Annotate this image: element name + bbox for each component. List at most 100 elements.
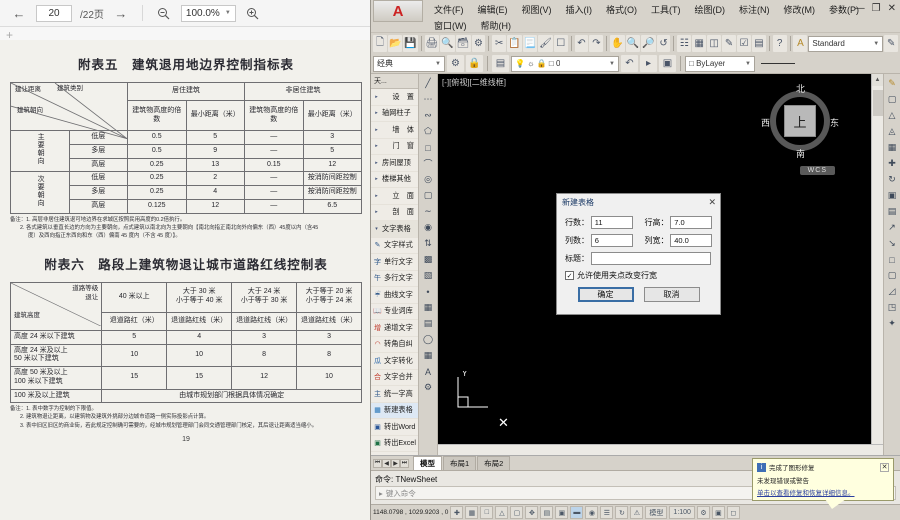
redo-icon[interactable]: ↷ [589,35,604,52]
menu-help[interactable]: 帮助(H) [474,18,519,34]
view-cube-east[interactable]: 东 [830,116,839,129]
save-icon[interactable]: 💾 [403,35,418,52]
scroll-up-icon[interactable]: ▲ [872,74,883,86]
palette-section-room-roof[interactable]: ▸ 房间屋顶 [371,155,418,172]
view-cube-west[interactable]: 西 [761,116,770,129]
extend-icon[interactable]: ↘ [885,236,900,251]
tab-layout1[interactable]: 布局1 [443,455,477,471]
menu-file[interactable]: 文件(F) [427,2,471,18]
new-table-dialog[interactable]: 新建表格 ✕ 行数： 11 行高： 7.0 列数： 6 列宽： 40.0 标题： [556,193,721,315]
layerstate-icon[interactable]: ▤ [751,35,766,52]
palette-section-section[interactable]: ▸ 剖 面 [371,205,418,221]
viewport-label[interactable]: [-][俯视][二维线框] [442,77,506,88]
stretch-icon[interactable]: ▤ [885,204,900,219]
array-icon[interactable]: ▦ [885,140,900,155]
polar-tracking-icon[interactable]: △ [495,506,509,519]
coordinates-display[interactable]: 1148.0798 , 1029.9203 , 0 [373,509,448,516]
palette-cmd-new-table[interactable]: ▦ 新建表格 [371,402,418,419]
designcenter-icon[interactable]: ▦ [692,35,707,52]
add-selected-icon[interactable]: ⚙ [421,380,436,395]
model-space-button[interactable]: 模型 [645,506,668,519]
zoom-window-icon[interactable]: 🔎 [641,35,656,52]
annotation-scale-button[interactable]: 1:100 [669,506,695,519]
table-title-input[interactable] [591,252,711,265]
erase-icon[interactable]: ✎ [885,76,900,91]
palette-cmd-dictionary[interactable]: 📖 专业词库 [371,304,418,320]
quick-properties-icon[interactable]: ☰ [600,506,614,519]
app-logo-icon[interactable]: A [373,0,423,22]
close-icon[interactable]: ✕ [880,462,889,472]
ok-button[interactable]: 确定 [577,287,634,302]
palette-cmd-export-excel[interactable]: ▣ 转出Excel [371,436,418,452]
paste-icon[interactable]: 📃 [522,35,538,52]
dimstyle-icon[interactable]: A [793,35,808,52]
tab-layout2[interactable]: 布局2 [477,455,511,471]
table-icon[interactable]: ▦ [421,348,436,363]
polygon-icon[interactable]: ⬠ [421,124,436,139]
open-file-icon[interactable]: 📂 [387,35,403,52]
object-snap-tracking-icon[interactable]: ✥ [525,506,539,519]
palette-cmd-unify-height[interactable]: 主 统一字高 [371,386,418,403]
construction-line-icon[interactable]: ⋯ [421,92,436,107]
palette-cmd-curve-text[interactable]: ☔ 曲线文字 [371,287,418,304]
palette-cmd-increment-text[interactable]: 增 递增文字 [371,320,418,337]
layout-first-icon[interactable]: ⏮ [373,458,382,468]
scroll-thumb[interactable] [873,90,883,116]
view-cube-south[interactable]: 南 [796,147,805,160]
zoom-realtime-icon[interactable]: 🔍 [625,35,641,52]
canvas-horizontal-scrollbar[interactable] [438,444,883,455]
copy-icon[interactable]: 📋 [507,35,522,52]
polyline-icon[interactable]: ∾ [421,108,436,123]
matchprop-icon[interactable]: 🖌 [538,35,553,52]
palette-cmd-text-style[interactable]: ✎ 文字样式 [371,238,418,254]
elliptical-arc-icon[interactable]: ⇅ [421,236,436,251]
cancel-button[interactable]: 取消 [643,287,700,302]
layout-nav-buttons[interactable]: ⏮ ◀ ▶ ⏭ [373,458,409,468]
grip-resize-checkbox[interactable]: ✓ [565,271,574,280]
palette-cmd-rotate-fix[interactable]: ◠ 转角自纠 [371,337,418,353]
view-cube-top-face[interactable]: 上 [784,105,816,137]
lineweight-icon[interactable]: ▬ [570,506,584,519]
palette-section-text-table[interactable]: ▾ 文字表格 [371,221,418,238]
spline-icon[interactable]: ∼ [421,204,436,219]
hardware-accel-icon[interactable]: ▣ [711,506,725,519]
3dprint-icon[interactable]: ⚙ [471,35,486,52]
menu-dimension[interactable]: 标注(N) [732,2,777,18]
explode-icon[interactable]: ✦ [885,316,900,331]
col-width-input[interactable]: 40.0 [670,234,712,247]
restore-icon[interactable]: ❐ [872,3,881,14]
insert-block-icon[interactable]: ▩ [421,252,436,267]
multiline-text-icon[interactable]: A [421,364,436,379]
dimension-style-select[interactable]: Standard ▼ [808,35,884,52]
make-block-icon[interactable]: ▧ [421,268,436,283]
page-number-input[interactable]: 20 [36,4,72,22]
palette-section-door-window[interactable]: ▸ 门 窗 [371,139,418,155]
arc-icon[interactable]: ⌒ [421,156,436,171]
chamfer-icon[interactable]: ◿ [885,284,900,299]
pan-icon[interactable]: ✋ [610,35,625,52]
layout-next-icon[interactable]: ▶ [391,458,400,468]
layout-prev-icon[interactable]: ◀ [382,458,391,468]
zoom-level-select[interactable]: 100.0% ▼ [180,4,236,22]
publish-icon[interactable]: 🗃 [455,35,471,52]
zoom-previous-icon[interactable]: ↺ [656,35,671,52]
palette-cmd-single-line-text[interactable]: 字 单行文字 [371,254,418,271]
view-cube-north[interactable]: 北 [796,82,805,95]
help-icon[interactable]: ? [772,35,787,52]
rows-input[interactable]: 11 [590,216,633,229]
next-page-icon[interactable]: → [110,3,132,23]
workspace-switch-icon[interactable]: ⚙ [696,506,710,519]
zoom-in-icon[interactable] [242,3,264,23]
palette-section-wall[interactable]: ▸ 墙 体 [371,122,418,139]
object-snap-icon[interactable]: ▢ [510,506,524,519]
plot-icon[interactable]: 🖨 [424,35,440,52]
copy-object-icon[interactable]: ▢ [885,92,900,107]
cols-input[interactable]: 6 [590,234,633,247]
menu-view[interactable]: 视图(V) [515,2,559,18]
palette-cmd-import-excel[interactable]: ▣ 读入Excel [371,452,418,456]
tab-model[interactable]: 模型 [413,455,442,471]
grip-resize-checkbox-row[interactable]: ✓ 允许使用夹点改变行宽 [565,270,712,281]
dialog-title-bar[interactable]: 新建表格 ✕ [557,194,720,211]
point-icon[interactable]: • [421,284,436,299]
row-height-input[interactable]: 7.0 [670,216,712,229]
